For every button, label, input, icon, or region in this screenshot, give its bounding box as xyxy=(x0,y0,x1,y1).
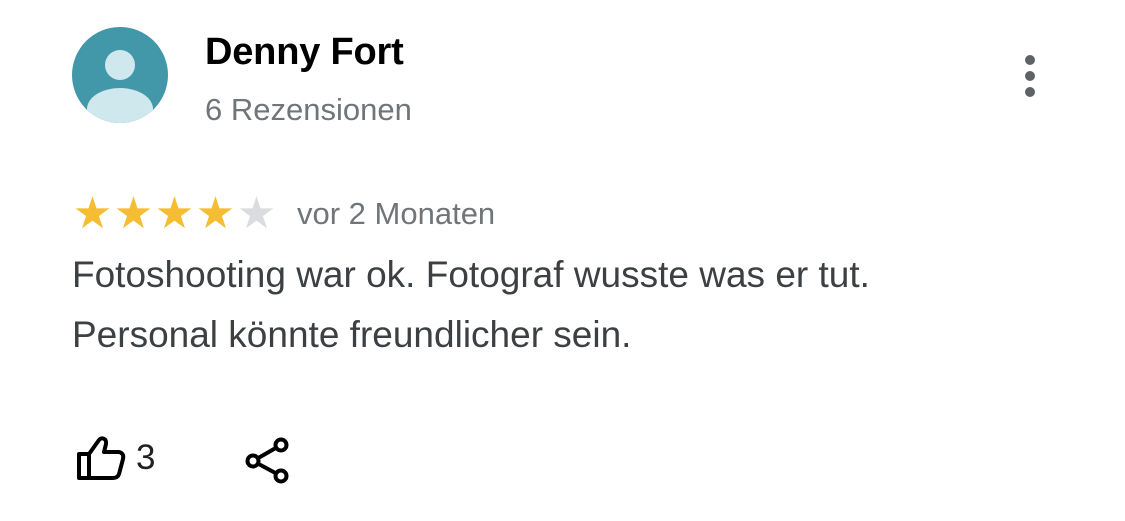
star-rating: ★ ★ ★ ★ ★ xyxy=(72,192,277,236)
like-button[interactable]: 3 xyxy=(76,432,156,484)
reviewer-review-count[interactable]: 6 Rezensionen xyxy=(205,92,412,128)
avatar[interactable] xyxy=(72,27,168,123)
star-filled-icon: ★ xyxy=(195,188,236,239)
review-time: vor 2 Monaten xyxy=(297,196,496,231)
more-options-button[interactable] xyxy=(1008,50,1052,102)
star-filled-icon: ★ xyxy=(72,188,113,239)
star-filled-icon: ★ xyxy=(154,188,195,239)
more-vert-icon-dot xyxy=(1025,87,1035,97)
share-button[interactable] xyxy=(244,436,290,484)
rating-row: ★ ★ ★ ★ ★ vor 2 Monaten xyxy=(72,190,495,238)
share-icon xyxy=(245,437,289,484)
reviewer-name[interactable]: Denny Fort xyxy=(205,31,404,74)
review-text: Fotoshooting war ok. Fotograf wusste was… xyxy=(72,254,870,355)
star-empty-icon: ★ xyxy=(236,188,277,239)
person-icon xyxy=(87,50,153,123)
more-vert-icon xyxy=(1025,55,1035,65)
more-vert-icon-dot xyxy=(1025,71,1035,81)
star-filled-icon: ★ xyxy=(113,188,154,239)
thumb-up-icon xyxy=(77,436,126,480)
like-count: 3 xyxy=(136,438,156,477)
